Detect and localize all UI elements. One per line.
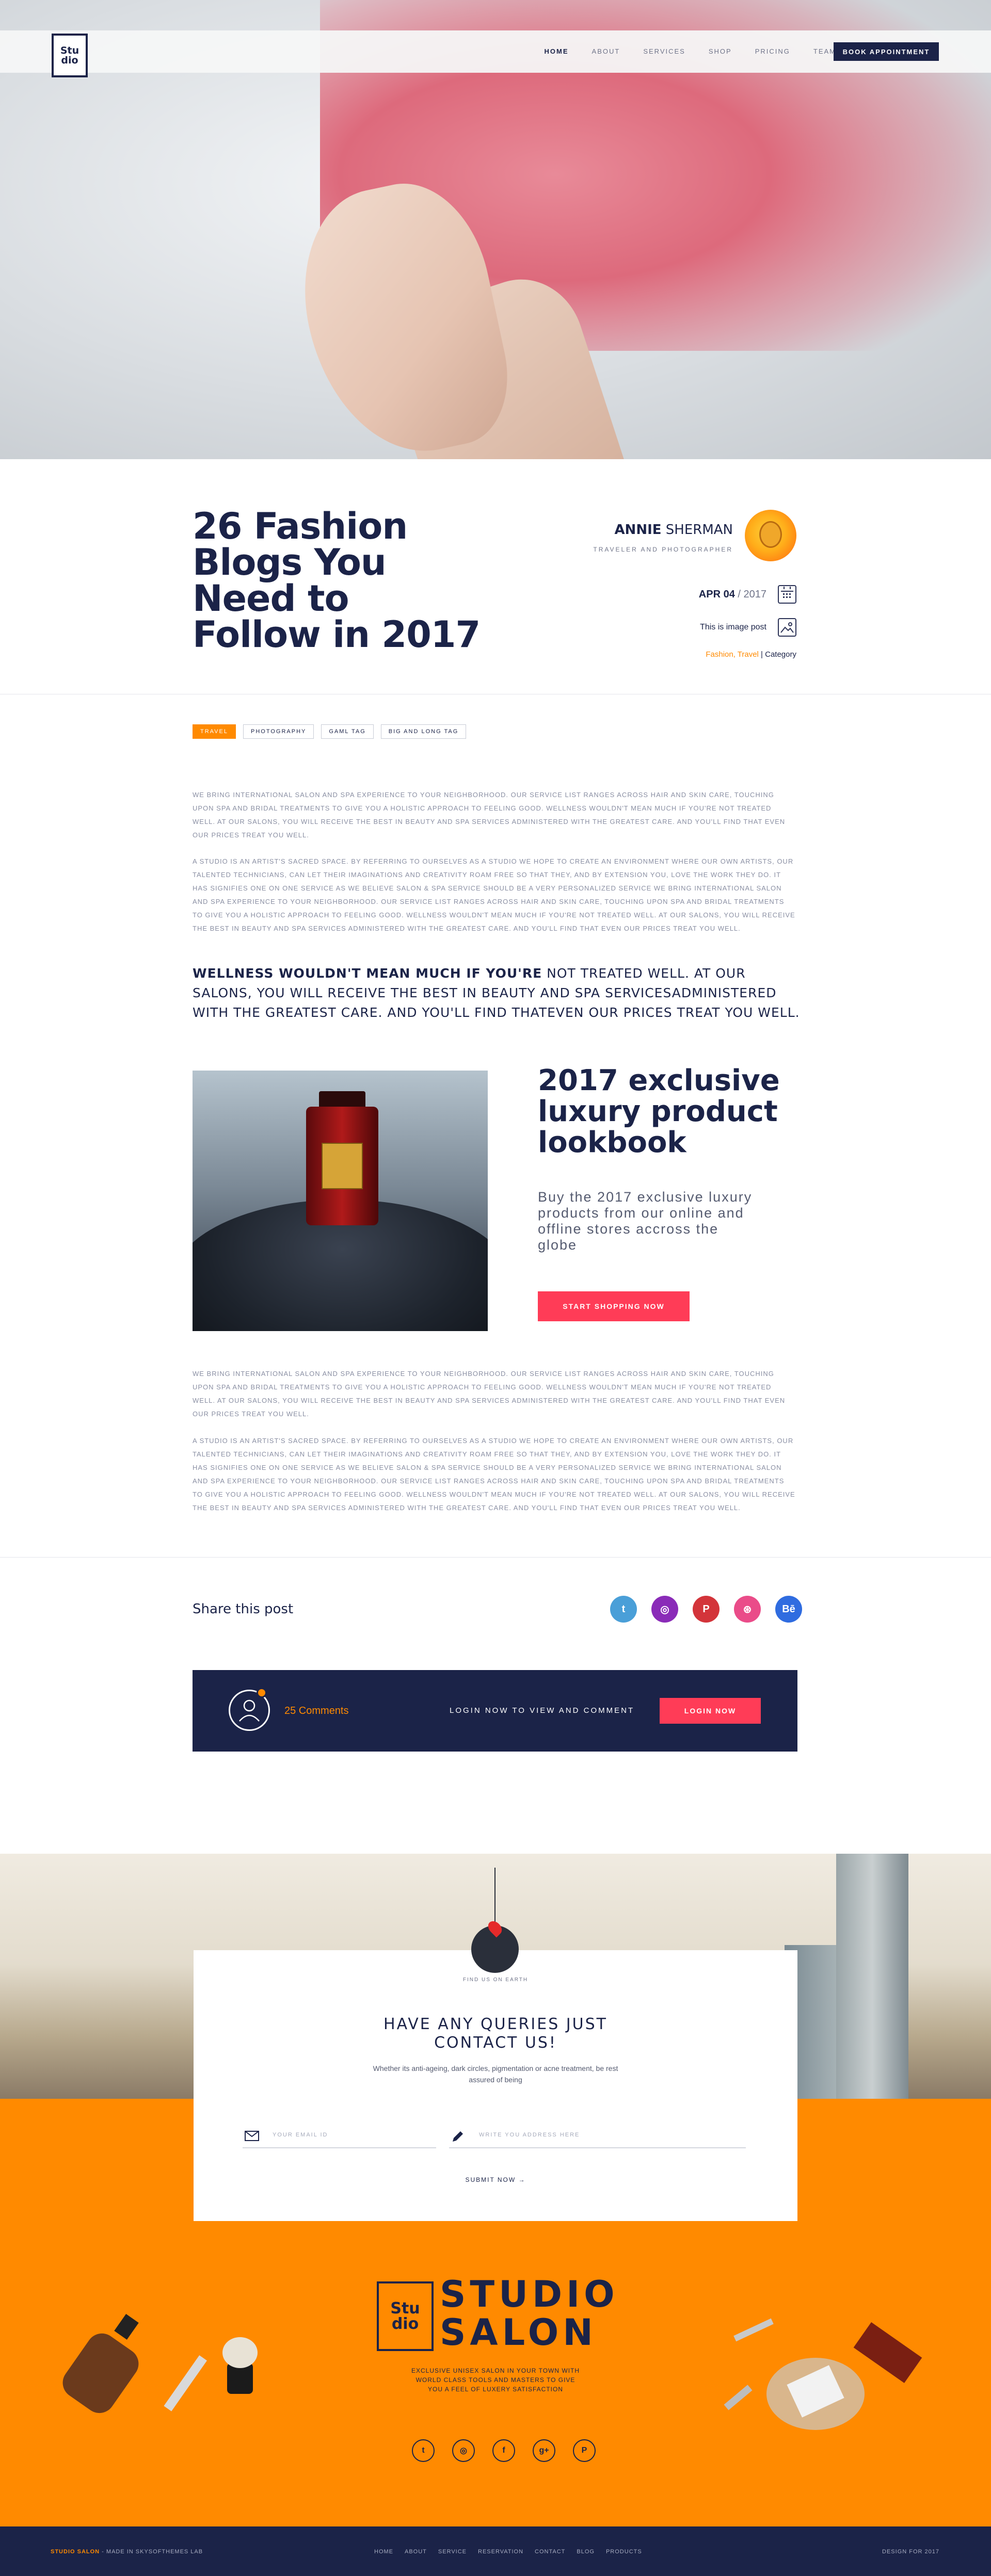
- product-image: [193, 1071, 488, 1331]
- body-paragraph: We bring international salon and spa exp…: [193, 1370, 786, 1418]
- instagram-icon[interactable]: ◎: [651, 1596, 678, 1623]
- post-type: This is image post: [700, 618, 796, 637]
- image-icon: [778, 618, 796, 637]
- navbar: Stu dio HOME ABOUT SERVICES SHOP PRICING…: [0, 30, 991, 77]
- pencil-icon: [453, 2131, 463, 2142]
- mail-icon: [245, 2131, 259, 2141]
- contact-heading: HAVE ANY QUERIES JUST CONTACT US!: [383, 2015, 608, 2052]
- calendar-icon: [778, 585, 796, 604]
- main-nav: HOME ABOUT SERVICES SHOP PRICING TEAM: [521, 47, 836, 55]
- footer-nav-products[interactable]: PRODUCTS: [606, 2549, 642, 2555]
- author-name[interactable]: ANNIE SHERMAN: [516, 522, 733, 538]
- contact-subtext: Whether its anti-ageing, dark circles, p…: [373, 2064, 618, 2084]
- instagram-icon[interactable]: ◎: [452, 2439, 475, 2462]
- twitter-icon[interactable]: t: [412, 2439, 435, 2462]
- facebook-icon[interactable]: f: [492, 2439, 515, 2462]
- body-paragraph: A studio is an artist's sacred space. By…: [193, 857, 795, 932]
- footer-nav-service[interactable]: SERVICE: [438, 2549, 467, 2555]
- footer-logo[interactable]: Stu dio: [377, 2281, 434, 2351]
- category-links[interactable]: Fashion, Travel: [706, 650, 759, 659]
- dribbble-icon[interactable]: ⊛: [734, 1596, 761, 1623]
- footer-nav-blog[interactable]: BLOG: [577, 2549, 595, 2555]
- bottom-bar: STUDIO SALON - MADE IN SKYSOFTHEMES LAB …: [0, 2526, 991, 2576]
- nav-home[interactable]: HOME: [545, 47, 569, 55]
- logo-text: Stu dio: [60, 44, 79, 66]
- grooming-products-right: [724, 2318, 922, 2430]
- comment-count[interactable]: 25 Comments: [284, 1705, 349, 1717]
- avatar[interactable]: [745, 510, 796, 561]
- start-shopping-button[interactable]: START SHOPPING NOW: [538, 1291, 690, 1321]
- post-date: APR 04 / 2017: [699, 585, 796, 604]
- copyright: STUDIO SALON - MADE IN SKYSOFTHEMES LAB: [51, 2549, 203, 2555]
- footer-social-icons: t ◎ f g+ P: [412, 2439, 596, 2462]
- product-description: Buy the 2017 exclusive luxury products f…: [538, 1189, 753, 1253]
- author-role: TRAVELER AND PHOTOGRAPHER: [593, 546, 733, 553]
- grooming-products-left: [62, 2314, 258, 2413]
- footer-tagline: EXCLUSIVE UNISEX SALON IN YOUR TOWN WITH…: [411, 2367, 580, 2393]
- tag-list: TRAVEL PHOTOGRAPHY GAML TAG BIG AND LONG…: [193, 724, 467, 739]
- footer-brand: STUDIO SALON: [440, 2273, 619, 2354]
- nav-about[interactable]: ABOUT: [592, 47, 620, 55]
- nav-shop[interactable]: SHOP: [709, 47, 732, 55]
- divider: [0, 1557, 991, 1558]
- nav-pricing[interactable]: PRICING: [755, 47, 790, 55]
- notification-dot: [257, 1688, 267, 1698]
- logo[interactable]: Stu dio: [52, 34, 88, 77]
- login-button[interactable]: LOGIN NOW: [660, 1698, 761, 1724]
- body-paragraph: We bring international salon and spa exp…: [193, 791, 786, 839]
- post-title: 26 Fashion Blogs You Need to Follow in 2…: [193, 505, 481, 656]
- footer-nav-contact[interactable]: CONTACT: [535, 2549, 565, 2555]
- avatar-face: [759, 521, 782, 548]
- body-paragraph: A studio is an artist's sacred space. By…: [193, 1437, 795, 1512]
- tag-big-and-long[interactable]: BIG AND LONG TAG: [380, 724, 467, 739]
- submit-button[interactable]: SUBMIT NOW →: [444, 2176, 547, 2183]
- address-field[interactable]: WRITE YOU ADDRESS HERE: [449, 2126, 746, 2148]
- post-categories: Fashion, Travel | Category: [706, 650, 796, 659]
- twitter-icon[interactable]: t: [610, 1596, 637, 1623]
- pull-quote: WELLNESS WOULDN'T MEAN MUCH IF YOU'RE NO…: [193, 966, 800, 1020]
- google-plus-icon[interactable]: g+: [533, 2439, 555, 2462]
- pinterest-icon[interactable]: P: [693, 1596, 720, 1623]
- nav-team[interactable]: TEAM: [813, 47, 836, 55]
- behance-icon[interactable]: Bē: [775, 1596, 802, 1623]
- footer-nav: HOME ABOUT SERVICE RESERVATION CONTACT B…: [374, 2549, 642, 2555]
- comments-bar: 25 Comments LOGIN NOW TO VIEW AND COMMEN…: [193, 1670, 797, 1752]
- author-block: ANNIE SHERMAN TRAVELER AND PHOTOGRAPHER: [516, 522, 733, 553]
- book-appointment-button[interactable]: BOOK APPOINTMENT: [834, 42, 939, 61]
- pinterest-icon[interactable]: P: [573, 2439, 596, 2462]
- share-label: Share this post: [193, 1601, 294, 1617]
- tag-gaml[interactable]: GAML TAG: [321, 724, 374, 739]
- footer-nav-reservation[interactable]: RESERVATION: [478, 2549, 523, 2555]
- footer-nav-about[interactable]: ABOUT: [405, 2549, 427, 2555]
- nav-services[interactable]: SERVICES: [643, 47, 685, 55]
- login-prompt: LOGIN NOW TO VIEW AND COMMENT: [450, 1706, 635, 1715]
- footer-nav-home[interactable]: HOME: [374, 2549, 393, 2555]
- share-icons: t ◎ P ⊛ Bē: [610, 1596, 802, 1623]
- hero-image: Stu dio HOME ABOUT SERVICES SHOP PRICING…: [0, 0, 991, 459]
- find-us-label: FIND US ON EARTH: [462, 1977, 529, 1983]
- product-title: 2017 exclusive luxury product lookbook: [538, 1064, 780, 1159]
- design-credit: DESIGN FOR 2017: [882, 2549, 939, 2555]
- tag-photography[interactable]: PHOTOGRAPHY: [243, 724, 314, 739]
- email-field[interactable]: YOUR EMAIL ID: [243, 2126, 436, 2148]
- tag-travel[interactable]: TRAVEL: [193, 724, 236, 739]
